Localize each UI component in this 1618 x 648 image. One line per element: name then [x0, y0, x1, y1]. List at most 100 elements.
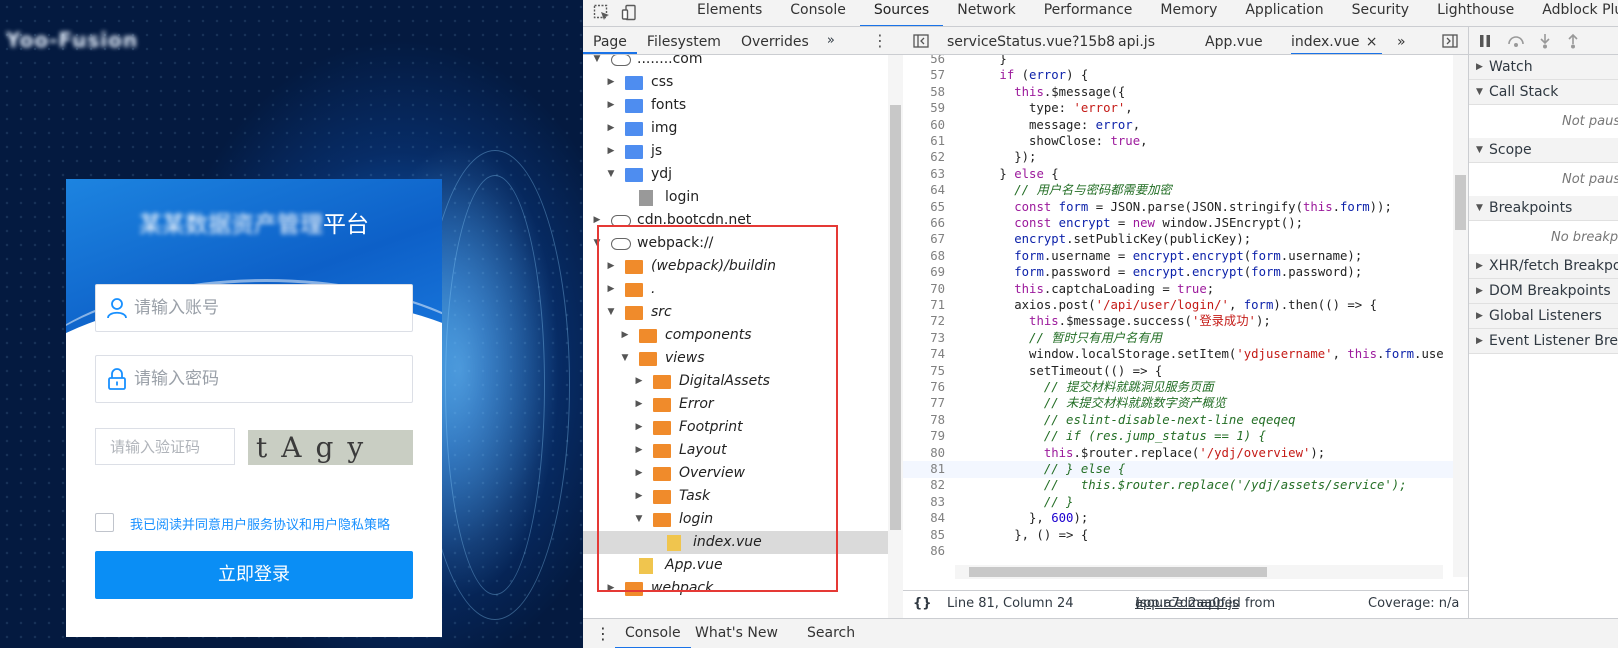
- code-line[interactable]: 56 }: [903, 55, 1453, 68]
- line-number[interactable]: 67: [903, 231, 945, 248]
- line-number[interactable]: 58: [903, 84, 945, 101]
- expand-triangle-icon[interactable]: ▶: [633, 393, 645, 416]
- navigator-more-button[interactable]: »: [819, 27, 843, 54]
- line-number[interactable]: 83: [903, 494, 945, 511]
- collapse-triangle-icon[interactable]: ▼: [1476, 196, 1483, 221]
- expand-triangle-icon[interactable]: ▶: [1476, 304, 1483, 329]
- debugger-section-header[interactable]: ▼ Breakpoints: [1469, 196, 1618, 221]
- expand-triangle-icon[interactable]: ▶: [633, 416, 645, 439]
- captcha-input[interactable]: [110, 436, 228, 458]
- expand-triangle-icon[interactable]: ▶: [633, 370, 645, 393]
- line-number[interactable]: 73: [903, 330, 945, 347]
- line-number[interactable]: 64: [903, 182, 945, 199]
- line-number[interactable]: 78: [903, 412, 945, 429]
- code-line[interactable]: 75 setTimeout(() => {: [903, 363, 1453, 380]
- expand-triangle-icon[interactable]: ▶: [1476, 329, 1483, 354]
- line-number[interactable]: 76: [903, 379, 945, 396]
- tree-item[interactable]: ▶ img: [583, 117, 888, 140]
- line-number[interactable]: 74: [903, 346, 945, 363]
- captcha-image[interactable]: tAgy: [248, 430, 413, 465]
- line-number[interactable]: 85: [903, 527, 945, 544]
- expand-triangle-icon[interactable]: ▶: [605, 117, 617, 140]
- line-number[interactable]: 75: [903, 363, 945, 380]
- expand-triangle-icon[interactable]: ▶: [605, 140, 617, 163]
- tree-item[interactable]: ▶ fonts: [583, 94, 888, 117]
- expand-triangle-icon[interactable]: ▶: [633, 439, 645, 462]
- line-number[interactable]: 82: [903, 477, 945, 494]
- code-line[interactable]: 73 // 暂时只有用户名有用: [903, 330, 1453, 347]
- expand-triangle-icon[interactable]: ▶: [633, 485, 645, 508]
- tab-filesystem[interactable]: Filesystem: [637, 27, 731, 54]
- drawer-tab-search[interactable]: Search: [807, 619, 855, 648]
- code-line[interactable]: 86: [903, 543, 1453, 560]
- tab-page[interactable]: Page: [583, 27, 637, 54]
- tree-item[interactable]: ▶ DigitalAssets: [583, 370, 888, 393]
- code-line[interactable]: 84 }, 600);: [903, 510, 1453, 527]
- line-number[interactable]: 72: [903, 313, 945, 330]
- step-into-icon[interactable]: [1537, 33, 1553, 49]
- line-number[interactable]: 59: [903, 100, 945, 117]
- line-number[interactable]: 63: [903, 166, 945, 183]
- line-number[interactable]: 71: [903, 297, 945, 314]
- code-line[interactable]: 76 // 提交材料就跳洞见服务页面: [903, 379, 1453, 396]
- pause-icon[interactable]: [1477, 33, 1493, 49]
- tree-item[interactable]: ▶ cdn.bootcdn.net: [583, 209, 888, 232]
- code-line[interactable]: 78 // eslint-disable-next-line eqeqeq: [903, 412, 1453, 429]
- toggle-navigator-icon[interactable]: [913, 33, 929, 49]
- navigator-menu-icon[interactable]: ⋮: [872, 31, 888, 50]
- expand-triangle-icon[interactable]: ▶: [605, 94, 617, 117]
- line-number[interactable]: 60: [903, 117, 945, 134]
- debugger-section-header[interactable]: ▶ Global Listeners: [1469, 304, 1618, 329]
- source-map-link[interactable]: app.a7d2aa0f.js: [1135, 591, 1239, 617]
- line-number[interactable]: 80: [903, 445, 945, 462]
- line-number[interactable]: 66: [903, 215, 945, 232]
- line-number[interactable]: 65: [903, 199, 945, 216]
- captcha-field[interactable]: [95, 428, 235, 465]
- code-line[interactable]: 83 // }: [903, 494, 1453, 511]
- code-line[interactable]: 57 if (error) {: [903, 67, 1453, 84]
- username-field[interactable]: [95, 284, 413, 332]
- tree-item[interactable]: ▶ Error: [583, 393, 888, 416]
- device-toolbar-icon[interactable]: [621, 4, 639, 22]
- line-number[interactable]: 57: [903, 67, 945, 84]
- expand-triangle-icon[interactable]: ▶: [1476, 279, 1483, 304]
- tree-item[interactable]: App.vue: [583, 554, 888, 577]
- collapse-triangle-icon[interactable]: ▼: [1476, 138, 1483, 163]
- debugger-section-header[interactable]: ▶ DOM Breakpoints: [1469, 279, 1618, 304]
- line-number[interactable]: 69: [903, 264, 945, 281]
- tree-item[interactable]: ▶ webpack: [583, 577, 888, 600]
- code-line[interactable]: 67 encrypt.setPublicKey(publicKey);: [903, 231, 1453, 248]
- tree-item[interactable]: ▶ (webpack)/buildin: [583, 255, 888, 278]
- editor-horizontal-scrollbar[interactable]: [955, 565, 1443, 579]
- collapse-triangle-icon[interactable]: ▼: [591, 55, 603, 71]
- line-number[interactable]: 84: [903, 510, 945, 527]
- password-input[interactable]: [134, 366, 394, 392]
- tab-console[interactable]: Console: [776, 0, 860, 26]
- code-line[interactable]: 66 const encrypt = new window.JSEncrypt(…: [903, 215, 1453, 232]
- editor-vertical-scrollbar[interactable]: [1453, 55, 1468, 577]
- code-line[interactable]: 77 // 未提交材料就跳数字资产概览: [903, 395, 1453, 412]
- tree-item[interactable]: ▼ webpack://: [583, 232, 888, 255]
- editor-vertical-thumb[interactable]: [1455, 175, 1466, 230]
- code-line[interactable]: 74 window.localStorage.setItem('ydjusern…: [903, 346, 1453, 363]
- tree-item[interactable]: login: [583, 186, 888, 209]
- collapse-triangle-icon[interactable]: ▼: [633, 508, 645, 531]
- tree-item[interactable]: ▼ ........com: [583, 55, 888, 71]
- code-line[interactable]: 59 type: 'error',: [903, 100, 1453, 117]
- tree-item[interactable]: ▼ views: [583, 347, 888, 370]
- expand-triangle-icon[interactable]: ▶: [1476, 254, 1483, 279]
- tree-item[interactable]: index.vue: [583, 531, 888, 554]
- line-number[interactable]: 79: [903, 428, 945, 445]
- collapse-triangle-icon[interactable]: ▼: [1476, 80, 1483, 105]
- editor-tab-servicestatus[interactable]: serviceStatus.vue?15b8: [947, 27, 1115, 54]
- line-number[interactable]: 70: [903, 281, 945, 298]
- expand-triangle-icon[interactable]: ▶: [605, 71, 617, 94]
- tab-overrides[interactable]: Overrides: [731, 27, 819, 54]
- tree-item[interactable]: ▶ Footprint: [583, 416, 888, 439]
- expand-triangle-icon[interactable]: ▶: [605, 278, 617, 301]
- tab-lighthouse[interactable]: Lighthouse: [1423, 0, 1528, 26]
- debugger-section-header[interactable]: ▼ Call Stack: [1469, 80, 1618, 105]
- close-tab-icon[interactable]: ×: [1366, 27, 1378, 54]
- tab-application[interactable]: Application: [1231, 0, 1337, 26]
- expand-triangle-icon[interactable]: ▶: [591, 209, 603, 232]
